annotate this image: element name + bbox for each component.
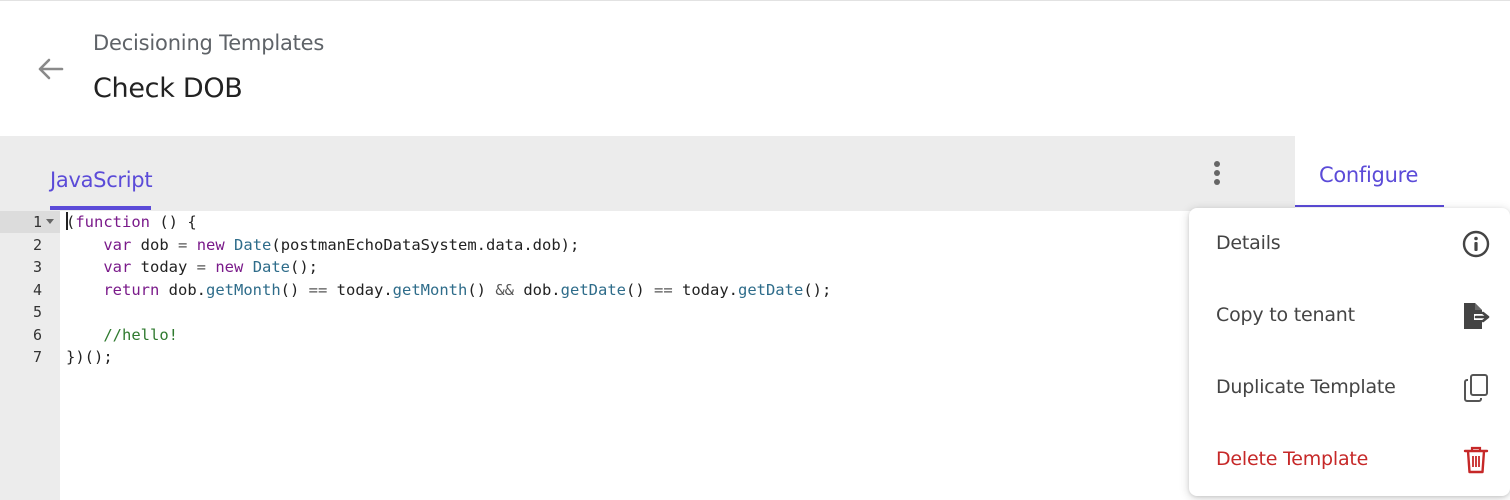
line-number: 1 [32,213,42,231]
code-line: var dob = new Date(postmanEchoDataSystem… [103,236,580,254]
line-number: 2 [32,236,42,254]
code-line: })(); [66,348,113,366]
menu-item-label: Delete Template [1216,448,1369,470]
text-cursor [66,212,68,230]
fold-arrow-icon[interactable] [46,219,54,224]
menu-item-details[interactable]: Details [1189,208,1510,280]
line-number: 6 [32,326,42,344]
code-editor[interactable]: 1 2 3 4 5 6 7 (function () { var dob = n… [0,211,1295,500]
arrow-left-icon [38,58,64,80]
page-title: Check DOB [93,73,243,104]
line-number: 4 [32,281,42,299]
line-number: 7 [32,348,42,366]
trash-icon [1460,444,1492,476]
info-icon [1460,228,1492,260]
line-number: 3 [32,258,42,276]
tab-configure[interactable]: Configure [1319,163,1418,187]
page-header: Decisioning Templates Check DOB [0,1,1510,136]
more-options-button[interactable] [1204,158,1230,188]
menu-item-duplicate-template[interactable]: Duplicate Template [1189,352,1510,424]
editor-panel: JavaScript 1 2 3 4 5 6 7 (function () { … [0,136,1295,500]
code-line: //hello! [103,326,178,344]
configure-tab-indicator [1295,205,1444,207]
breadcrumb[interactable]: Decisioning Templates [93,31,324,55]
menu-item-label: Duplicate Template [1216,376,1396,398]
line-number: 5 [32,303,42,321]
menu-item-copy-to-tenant[interactable]: Copy to tenant [1189,280,1510,352]
copy-icon [1460,372,1492,404]
menu-item-label: Copy to tenant [1216,304,1355,326]
back-button[interactable] [30,51,70,87]
options-menu: Details Copy to tenant Duplicate Templat… [1189,208,1510,496]
file-export-icon [1460,300,1492,332]
code-line: return dob.getMonth() == today.getMonth(… [103,281,832,299]
code-line: (function () { [66,212,197,231]
code-line: var today = new Date(); [103,258,319,276]
kebab-menu-icon [1214,161,1220,185]
menu-item-delete-template[interactable]: Delete Template [1189,424,1510,496]
menu-item-label: Details [1216,232,1281,254]
tab-javascript[interactable]: JavaScript [50,168,153,192]
line-gutter: 1 2 3 4 5 6 7 [0,211,60,500]
active-tab-indicator [50,206,151,210]
